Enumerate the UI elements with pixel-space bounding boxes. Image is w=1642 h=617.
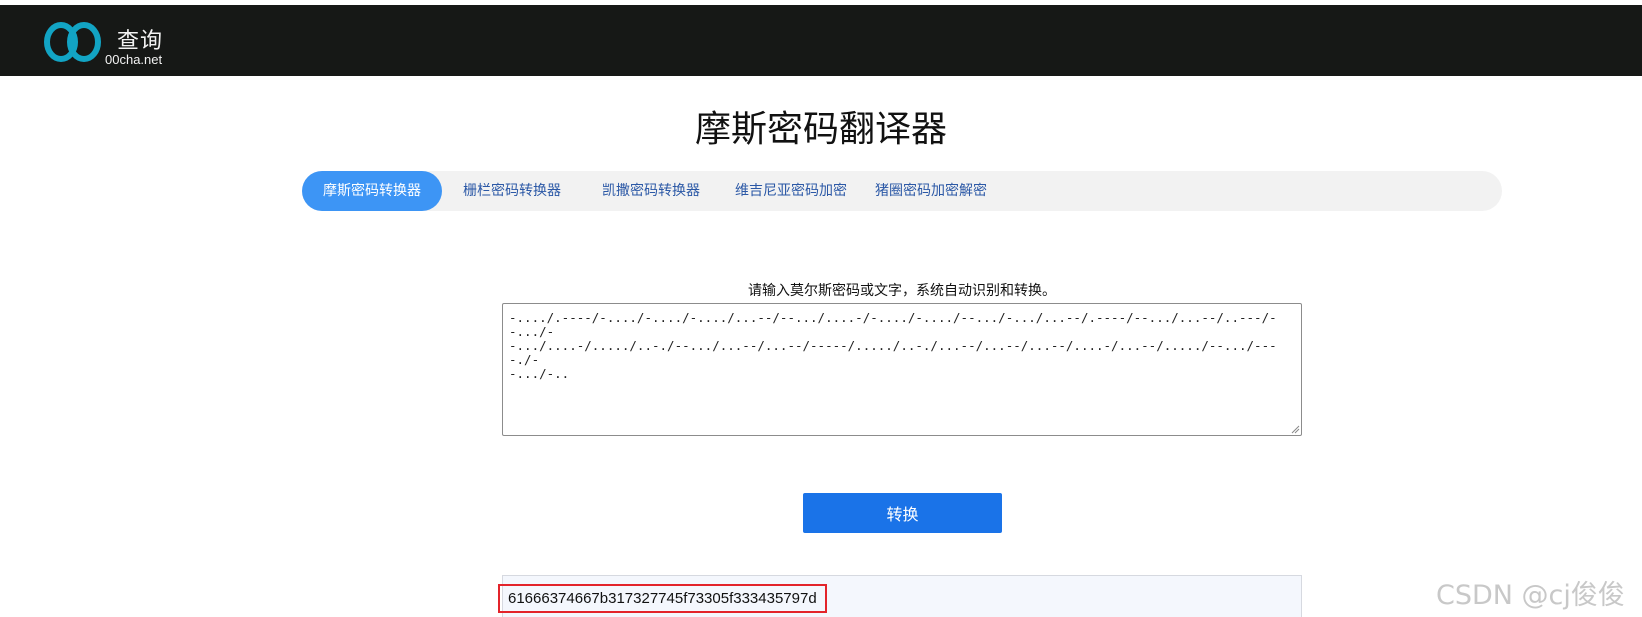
site-logo[interactable]: 查询 00cha.net	[44, 18, 184, 68]
tab-caesar-converter[interactable]: 凯撒密码转换器	[602, 171, 700, 211]
csdn-watermark: CSDN @cj俊俊	[1436, 580, 1625, 611]
resize-handle-icon[interactable]	[1290, 424, 1300, 434]
logo-domain-text: 00cha.net	[105, 52, 163, 67]
logo-icon	[44, 22, 101, 62]
tool-tabs: 摩斯密码转换器 栅栏密码转换器 凯撒密码转换器 维吉尼亚密码加密 猪圈密码加密解…	[302, 171, 1502, 211]
top-navigation-bar: 查询 00cha.net	[0, 5, 1642, 76]
page-title: 摩斯密码翻译器	[694, 109, 947, 150]
result-text: 61666374667b317327745f73305f333435797d	[498, 584, 827, 613]
morse-input[interactable]: -..../.----/-..../-..../-..../...--/--..…	[502, 303, 1302, 436]
convert-button[interactable]: 转换	[803, 493, 1002, 533]
input-hint: 请输入莫尔斯密码或文字，系统自动识别和转换。	[748, 283, 1056, 299]
tab-vigenere-encrypt[interactable]: 维吉尼亚密码加密	[735, 171, 847, 211]
tab-rail-fence-converter[interactable]: 栅栏密码转换器	[463, 171, 561, 211]
tab-morse-converter[interactable]: 摩斯密码转换器	[302, 171, 442, 211]
tab-pigpen-encrypt-decrypt[interactable]: 猪圈密码加密解密	[875, 171, 987, 211]
logo-chinese-text: 查询	[117, 29, 164, 54]
